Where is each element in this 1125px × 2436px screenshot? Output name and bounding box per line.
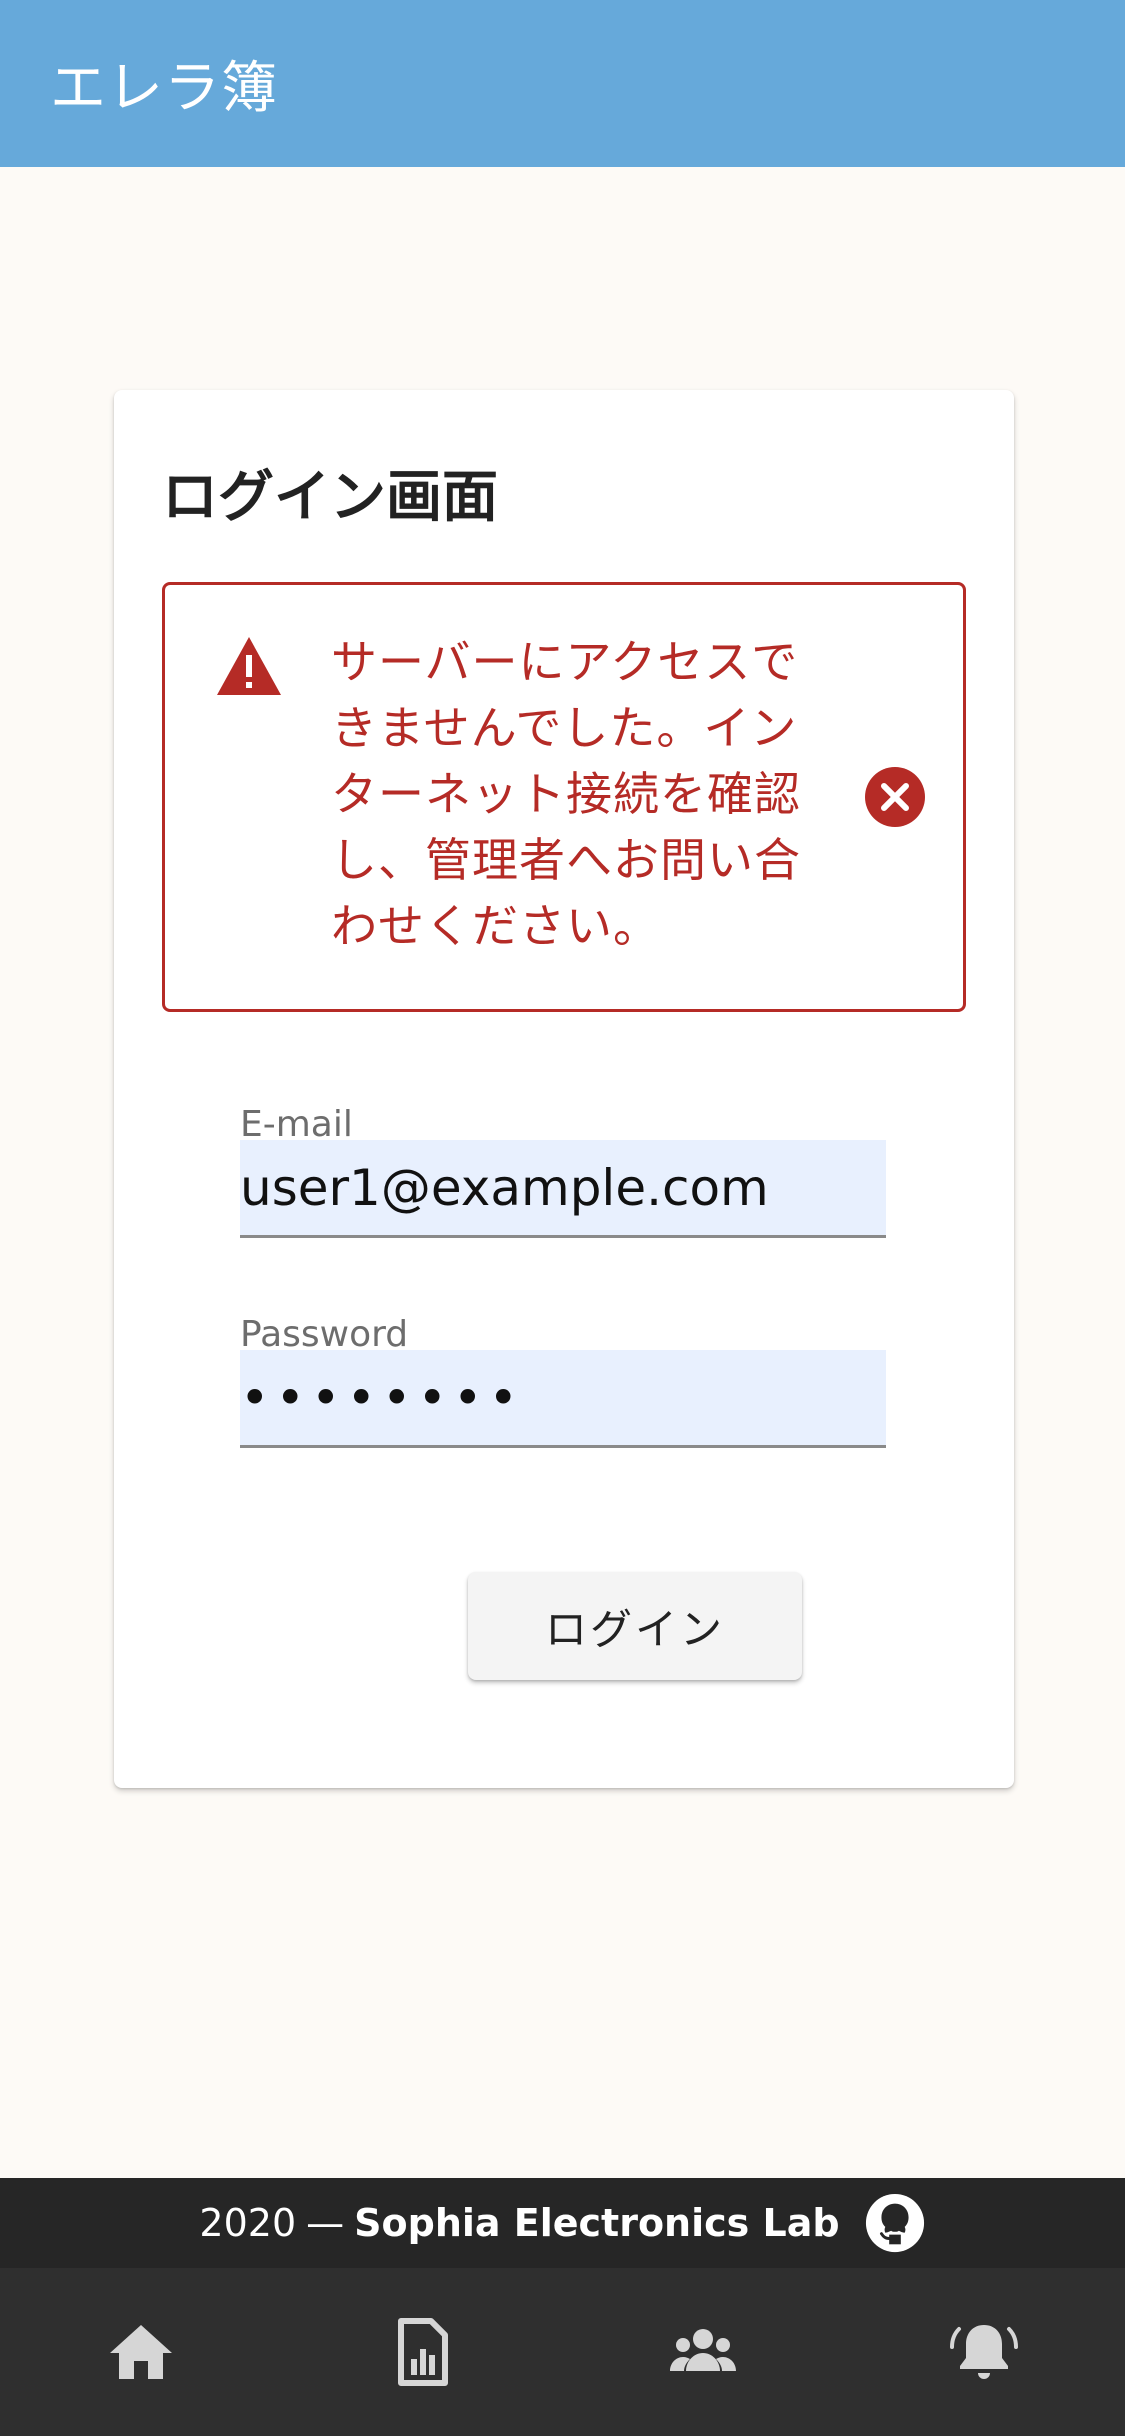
bell-icon <box>950 2325 1019 2379</box>
nav-home[interactable] <box>81 2292 201 2412</box>
app-title: エレラ簿 <box>50 56 278 121</box>
email-label: E-mail <box>240 1104 353 1145</box>
home-icon <box>109 2325 172 2379</box>
email-field[interactable] <box>240 1140 886 1238</box>
error-message: サーバーにアクセスできませんでした。インターネット接続を確認し、管理者へお問い合… <box>331 635 801 953</box>
report-icon <box>397 2318 448 2386</box>
github-icon[interactable] <box>864 2192 926 2254</box>
footer: 2020 — Sophia Electronics Lab <box>0 2178 1125 2268</box>
close-circle-icon[interactable] <box>863 765 927 829</box>
page-title: ログイン画面 <box>162 465 498 530</box>
footer-separator: — <box>306 2201 345 2245</box>
password-label: Password <box>240 1314 409 1355</box>
footer-year: 2020 <box>199 2201 297 2245</box>
nav-report[interactable] <box>362 2292 482 2412</box>
login-button[interactable]: ログイン <box>468 1572 802 1680</box>
nav-notifications[interactable] <box>924 2292 1044 2412</box>
footer-lab-name: Sophia Electronics Lab <box>354 2201 840 2245</box>
error-alert: サーバーにアクセスできませんでした。インターネット接続を確認し、管理者へお問い合… <box>162 582 966 1012</box>
bottom-nav <box>0 2268 1125 2436</box>
warning-icon <box>217 637 281 695</box>
password-field[interactable] <box>240 1350 886 1448</box>
login-card: ログイン画面 サーバーにアクセスできませんでした。インターネット接続を確認し、管… <box>114 390 1014 1788</box>
app-bar: エレラ簿 <box>0 0 1125 167</box>
nav-group[interactable] <box>643 2292 763 2412</box>
group-icon <box>670 2329 737 2371</box>
